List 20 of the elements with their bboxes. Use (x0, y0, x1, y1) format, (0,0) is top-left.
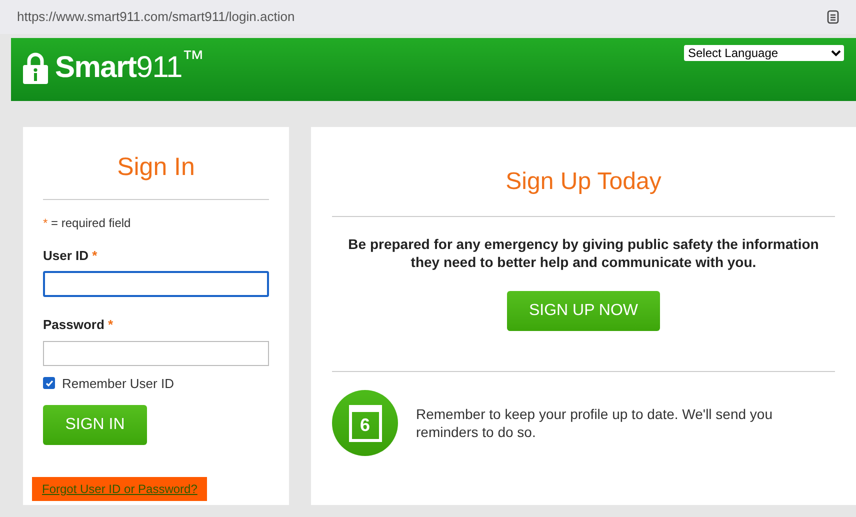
reminder-text: Remember to keep your profile up to date. We'll send you reminders to do so. (416, 405, 774, 441)
field-label: User ID * (43, 246, 98, 264)
forgot-link[interactable]: Forgot User ID or Password? (32, 477, 208, 501)
sign-in-button[interactable]: SIGN IN (43, 405, 147, 445)
field-label: Password * (43, 316, 114, 334)
reader-icon[interactable] (827, 10, 839, 24)
remember-label: Remember User ID (62, 374, 174, 392)
remember-checkbox[interactable] (43, 377, 55, 390)
input-field[interactable] (43, 340, 269, 366)
language-select[interactable]: Select Language (684, 45, 844, 61)
logo-text: Smart911$^{™}$ (55, 53, 204, 83)
required-note: * = required field (43, 214, 132, 232)
input-field[interactable] (43, 271, 269, 297)
sign-up-button[interactable]: SIGN UP NOW (507, 291, 660, 331)
sign-in-title: Sign In (116, 152, 196, 183)
calendar-day: 6 (360, 416, 370, 434)
url-text[interactable]: https://www.smart911.com/smart911/login.action (17, 7, 295, 27)
sign-up-title: Sign Up Today (504, 167, 662, 197)
padlock-icon (23, 52, 48, 84)
sign-up-message: Be prepared for any emergency by giving public safety the information they need to better help and communicate with you. (347, 235, 820, 271)
